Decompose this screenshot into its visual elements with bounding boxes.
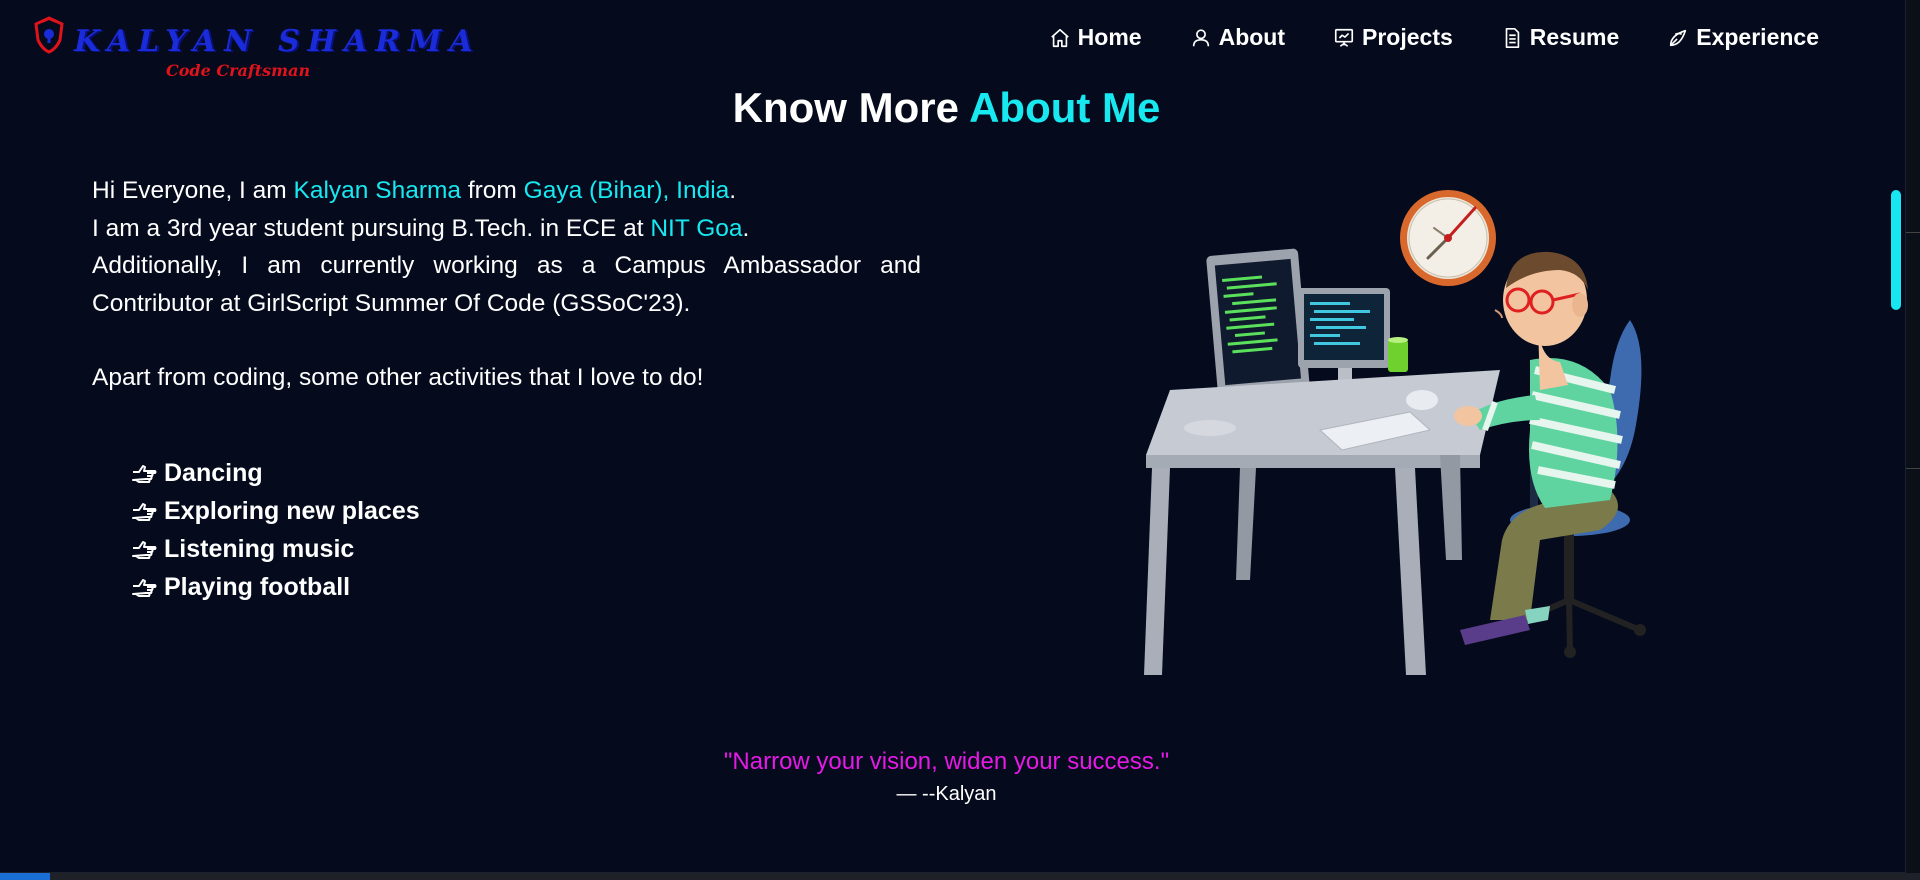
hobbies-list: Dancing Exploring new places Listening m… [130, 454, 420, 606]
nav-item-about[interactable]: About [1190, 24, 1285, 51]
bio-name: Kalyan Sharma [293, 177, 462, 204]
scrollbar-thumb[interactable] [1891, 190, 1901, 310]
nav-item-experience[interactable]: Experience [1667, 24, 1819, 51]
list-item: Listening music [130, 530, 420, 568]
pointing-hand-icon [132, 503, 157, 521]
hobby-label: Dancing [164, 458, 263, 487]
title-prefix: Know More [732, 84, 959, 131]
scrollbar-track[interactable] [1906, 0, 1920, 873]
desk-image [1144, 370, 1500, 675]
bio-text: from [461, 177, 524, 204]
cup-image [1388, 337, 1408, 372]
bio-text: . [742, 214, 750, 242]
bio-text: Hi Everyone, I am [92, 177, 294, 204]
pointing-hand-icon [132, 579, 157, 597]
logo-title: KALYAN SHARMA [66, 24, 487, 59]
document-icon [1505, 27, 1520, 48]
nav-item-resume[interactable]: Resume [1501, 24, 1619, 51]
host-status-strip [0, 873, 1920, 880]
bio-section: Hi Everyone, I am Kalyan Sharma from Gay… [92, 172, 921, 397]
hobby-label: Playing football [164, 572, 351, 601]
developer-illustration [1144, 190, 1646, 675]
page-title: Know More About Me [0, 84, 1893, 132]
home-icon [1050, 28, 1069, 47]
scrollbar-divider [1906, 232, 1920, 233]
page-frame: KALYAN SHARMA Code Craftsman Home About … [0, 0, 1906, 873]
bio-college: NIT Goa [650, 214, 743, 242]
bio-line-intro: Hi Everyone, I am Kalyan Sharma from Gay… [92, 172, 921, 210]
nav-label-projects: Projects [1362, 24, 1453, 50]
host-status-accent [0, 873, 50, 880]
bio-text: I am a 3rd year student pursuing B.Tech.… [92, 214, 651, 242]
logo-subtitle: Code Craftsman [166, 61, 311, 80]
pointing-hand-icon [132, 465, 157, 483]
nav-label-resume: Resume [1529, 24, 1620, 50]
list-item: Exploring new places [130, 492, 420, 530]
logo[interactable]: KALYAN SHARMA Code Craftsman [34, 16, 487, 86]
bio-place: Gaya (Bihar), India [523, 177, 730, 204]
nav-item-projects[interactable]: Projects [1333, 24, 1453, 51]
shield-icon [34, 16, 64, 54]
pointing-hand-icon [132, 541, 157, 559]
main-nav: Home About Projects Resume Experience [1001, 24, 1819, 51]
nav-label-experience: Experience [1696, 24, 1819, 50]
title-accent: About Me [969, 84, 1161, 131]
scrollbar-divider [1906, 468, 1920, 469]
list-item: Dancing [130, 454, 420, 492]
hobby-label: Exploring new places [164, 496, 420, 525]
list-item: Playing football [130, 568, 420, 606]
quote-author: — --Kalyan [896, 783, 997, 805]
clock-image [1400, 190, 1496, 286]
quote-text: "Narrow your vision, widen your success.… [723, 748, 1170, 775]
bio-text: . [729, 177, 737, 204]
bio-line-education: I am a 3rd year student pursuing B.Tech.… [92, 210, 921, 248]
nav-label-about: About [1218, 24, 1285, 50]
bio-line-work: Additionally, I am currently working as … [92, 252, 921, 317]
rocket-icon [1670, 29, 1687, 46]
hobby-label: Listening music [164, 534, 355, 563]
bio-line-hobbies-intro: Apart from coding, some other activities… [92, 364, 704, 391]
presentation-icon [1334, 28, 1354, 47]
nav-item-home[interactable]: Home [1049, 24, 1142, 51]
nav-label-home: Home [1077, 24, 1142, 50]
user-icon [1192, 28, 1209, 46]
